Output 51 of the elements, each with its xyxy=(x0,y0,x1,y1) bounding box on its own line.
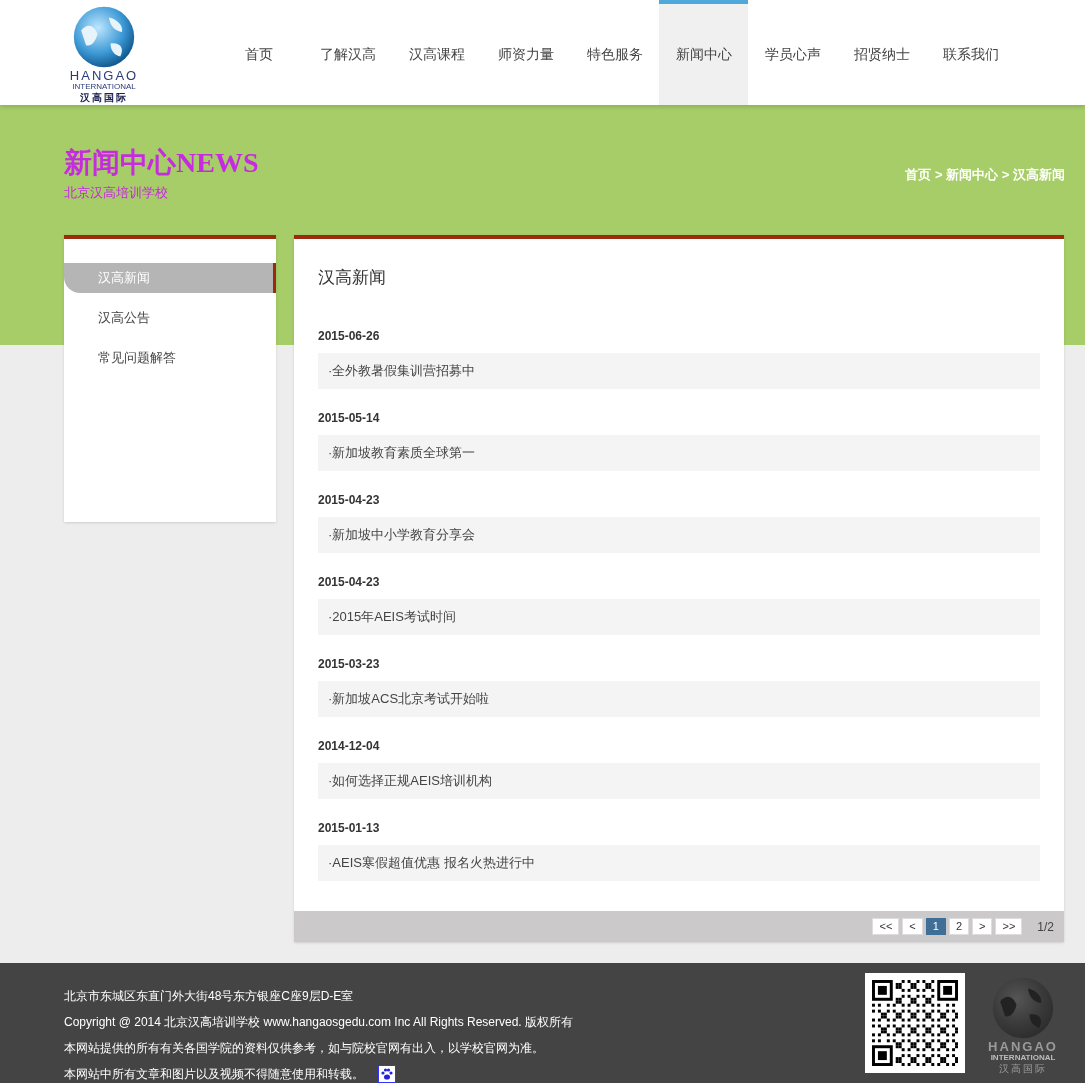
news-item[interactable]: ·2015年AEIS考试时间 xyxy=(318,598,1040,635)
news-item[interactable]: ·新加坡中小学教育分享会 xyxy=(318,516,1040,553)
news-item[interactable]: ·AEIS寒假超值优惠 报名火热进行中 xyxy=(318,844,1040,881)
news-date: 2015-04-23 xyxy=(318,573,381,591)
news-item[interactable]: ·新加坡教育素质全球第一 xyxy=(318,434,1040,471)
news-item[interactable]: ·新加坡ACS北京考试开始啦 xyxy=(318,680,1040,717)
nav-link[interactable]: 新闻中心 xyxy=(659,0,748,105)
nav-link[interactable]: 特色服务 xyxy=(570,0,659,105)
sidebar-item[interactable]: 汉高公告 xyxy=(64,303,276,333)
news-date: 2014-12-04 xyxy=(318,737,381,755)
nav-link[interactable]: 师资力量 xyxy=(481,0,570,105)
page-button[interactable]: < xyxy=(902,918,923,935)
page-button[interactable]: > xyxy=(972,918,993,935)
logo-subtext: INTERNATIONAL xyxy=(990,1053,1056,1063)
page-subtitle: 北京汉高培训学校 xyxy=(64,184,169,202)
globe-icon xyxy=(73,6,135,68)
logo-chinese-text: 汉高国际 xyxy=(80,92,128,105)
logo-text: HANGAO xyxy=(988,1040,1058,1053)
nav-link[interactable]: 首页 xyxy=(214,0,303,105)
footer-text: 北京市东城区东直门外大街48号东方银座C座9层D-E室 xyxy=(64,988,354,1005)
logo[interactable]: HANGAO INTERNATIONAL 汉高国际 xyxy=(981,977,1065,1076)
nav-link[interactable]: 联系我们 xyxy=(926,0,1015,105)
sidebar-item[interactable]: 常见问题解答 xyxy=(64,343,276,373)
news-date: 2015-04-23 xyxy=(318,491,381,509)
news-date: 2015-01-13 xyxy=(318,819,381,837)
page-button[interactable]: 2 xyxy=(948,918,969,935)
logo-text: HANGAO xyxy=(69,69,139,82)
page-button[interactable]: << xyxy=(872,918,900,935)
page-button[interactable]: 1 xyxy=(925,918,946,935)
logo[interactable]: HANGAO INTERNATIONAL 汉高国际 xyxy=(62,6,146,105)
nav-link[interactable]: 了解汉高 xyxy=(303,0,392,105)
page-info: 1/2 xyxy=(1037,918,1054,936)
nav-link[interactable]: 学员心声 xyxy=(748,0,837,105)
footer-text: Copyright @ 2014 北京汉高培训学校 www.hangaosgedu.com Inc All Rights Reserved. 版权所有 xyxy=(64,1014,574,1031)
nav-link[interactable]: 汉高课程 xyxy=(392,0,481,105)
footer-text: 本网站中所有文章和图片以及视频不得随意使用和转载。 xyxy=(64,1066,364,1083)
news-date: 2015-05-14 xyxy=(318,409,381,427)
news-date: 2015-06-26 xyxy=(318,327,381,345)
nav-link[interactable]: 招贤纳士 xyxy=(837,0,926,105)
breadcrumb: 首页 > 新闻中心 > 汉高新闻 xyxy=(905,166,1065,184)
section-heading: 汉高新闻 xyxy=(318,267,387,289)
footer-text: 本网站提供的所有有关各国学院的资料仅供参考，如与院校官网有出入，以学校官网为准。 xyxy=(64,1040,544,1057)
page-title: 新闻中心NEWS xyxy=(64,149,259,177)
logo-subtext: INTERNATIONAL xyxy=(72,82,136,92)
globe-icon xyxy=(992,977,1054,1039)
news-date: 2015-03-23 xyxy=(318,655,381,673)
paw-icon[interactable] xyxy=(378,1065,396,1083)
news-item[interactable]: ·全外教暑假集训营招募中 xyxy=(318,352,1040,389)
page-button[interactable]: >> xyxy=(995,918,1023,935)
news-item[interactable]: ·如何选择正规AEIS培训机构 xyxy=(318,762,1040,799)
logo-chinese-text: 汉高国际 xyxy=(999,1063,1047,1076)
